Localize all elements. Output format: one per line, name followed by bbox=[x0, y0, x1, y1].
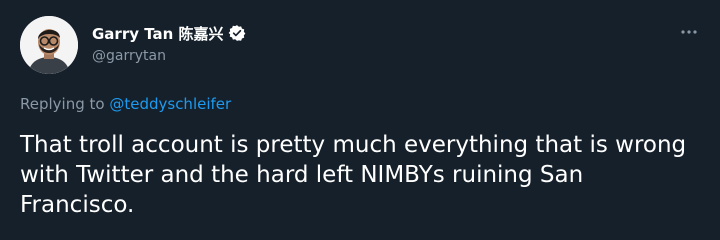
tweet-card: Garry Tan 陈嘉兴 @garrytan Replying to @ted… bbox=[0, 0, 720, 240]
verified-badge-icon bbox=[228, 24, 246, 42]
replying-to-label: Replying to bbox=[20, 95, 110, 113]
replying-to-line: Replying to @teddyschleifer bbox=[20, 95, 231, 113]
avatar[interactable] bbox=[20, 16, 78, 74]
author-name-row: Garry Tan 陈嘉兴 bbox=[92, 22, 246, 44]
author-handle[interactable]: @garrytan bbox=[92, 48, 246, 64]
reply-mention-link[interactable]: @teddyschleifer bbox=[109, 95, 231, 113]
author-display-name[interactable]: Garry Tan 陈嘉兴 bbox=[92, 23, 224, 44]
tweet-text: That troll account is pretty much everyt… bbox=[20, 132, 687, 218]
more-options-icon[interactable] bbox=[678, 22, 700, 42]
tweet-author: Garry Tan 陈嘉兴 @garrytan bbox=[92, 22, 246, 64]
avatar-image bbox=[20, 16, 78, 74]
